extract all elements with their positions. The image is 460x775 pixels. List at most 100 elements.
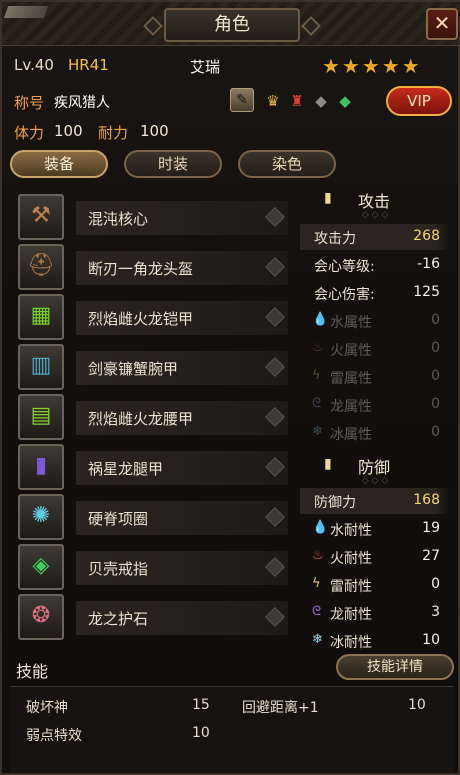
skill-name: 破坏神	[26, 700, 68, 716]
stat-water-element: 💧 水属性 0	[300, 308, 450, 334]
skills-header: 技能 技能详情	[10, 654, 454, 684]
attack-header: ▮ 攻击 ◇ ◇ ◇	[300, 184, 450, 220]
axe-icon: ⚒	[18, 194, 64, 240]
stat-value: 19	[422, 520, 440, 536]
character-name: 艾瑞	[190, 58, 221, 76]
corner-ornament	[3, 6, 49, 18]
slot-gem-icon	[265, 257, 285, 277]
stat-ice-element: ❄ 冰属性 0	[300, 420, 450, 446]
skills-list: 破坏神 15 回避距离+1 10 弱点特效 10	[10, 686, 454, 772]
title-bar: 角色 ✕	[2, 2, 460, 46]
skill-details-button[interactable]: 技能详情	[336, 654, 454, 680]
stat-label: 水耐性	[330, 523, 372, 539]
skill-name: 回避距离+1	[242, 700, 319, 716]
equipment-item: 祸星龙腿甲	[76, 451, 288, 485]
stat-label: 雷属性	[330, 371, 372, 387]
skill-value: 15	[192, 697, 210, 713]
equipment-item: 烈焰雌火龙铠甲	[76, 301, 288, 335]
equipment-item: 龙之护石	[76, 601, 288, 635]
leg-armor-icon: ▮	[18, 444, 64, 490]
edit-title-button[interactable]: ✎	[230, 88, 254, 112]
vip-button[interactable]: VIP	[386, 86, 452, 116]
stat-label: 冰属性	[330, 427, 372, 443]
dragon-icon: ᘓ	[312, 604, 322, 619]
ring-icon: ◈	[18, 544, 64, 590]
necklace-icon: ✺	[18, 494, 64, 540]
equipment-row-weapon[interactable]: ⚒ 混沌核心	[18, 194, 290, 240]
slot-gem-icon	[265, 457, 285, 477]
shield-icon: ▮	[324, 456, 332, 472]
stat-label: 火耐性	[330, 551, 372, 567]
slot-gem-icon	[265, 407, 285, 427]
water-icon: 💧	[312, 312, 329, 327]
defense-title: 防御	[358, 458, 391, 477]
title-value: 疾风猎人	[54, 95, 110, 111]
slot-gem-icon	[265, 307, 285, 327]
stamina-value: 100	[54, 122, 83, 140]
divider: ◇ ◇ ◇	[361, 210, 389, 220]
stat-fire-element: ♨ 火属性 0	[300, 336, 450, 362]
stat-value: 0	[431, 576, 440, 592]
stat-dragon-element: ᘓ 龙属性 0	[300, 392, 450, 418]
dragon-icon: ᘓ	[312, 396, 322, 411]
equipment-row-helmet[interactable]: ⛑ 断刃一角龙头盔	[18, 244, 290, 290]
stat-value: 0	[431, 396, 440, 412]
stat-affinity: 会心等级: -16	[300, 252, 450, 278]
waist-armor-icon: ▤	[18, 394, 64, 440]
stat-label: 龙属性	[330, 399, 372, 415]
skill-name: 弱点特效	[26, 728, 82, 744]
defense-header: ▮ 防御 ◇ ◇ ◇	[300, 450, 450, 486]
ice-icon: ❄	[312, 424, 323, 439]
stat-value: 0	[431, 340, 440, 356]
equipment-row-waist[interactable]: ▤ 烈焰雌火龙腰甲	[18, 394, 290, 440]
divider: ◇ ◇ ◇	[361, 476, 389, 486]
equipment-name: 龙之护石	[88, 610, 149, 628]
thunder-icon: ϟ	[312, 576, 321, 591]
slot-gem-icon	[265, 557, 285, 577]
stat-value: 3	[431, 604, 440, 620]
equipment-name: 贝壳戒指	[88, 560, 149, 578]
diamond-badge-icon[interactable]: ◆	[310, 90, 332, 112]
equipment-row-legs[interactable]: ▮ 祸星龙腿甲	[18, 444, 290, 490]
stat-label: 雷耐性	[330, 579, 372, 595]
tab-costume[interactable]: 时装	[124, 150, 222, 178]
equipment-item: 混沌核心	[76, 201, 288, 235]
equipment-row-arms[interactable]: ▥ 剑豪镰蟹腕甲	[18, 344, 290, 390]
stat-thunder-resist: ϟ 雷耐性 0	[300, 572, 450, 598]
stat-value: 27	[422, 548, 440, 564]
equipment-item: 烈焰雌火龙腰甲	[76, 401, 288, 435]
scroll-icon: ▮	[324, 190, 332, 206]
stat-value: -16	[417, 256, 440, 272]
equipment-row-ring[interactable]: ◈ 贝壳戒指	[18, 544, 290, 590]
rainbow-gem-icon[interactable]: ◆	[334, 90, 356, 112]
stat-value: 168	[413, 492, 440, 508]
equipment-name: 烈焰雌火龙铠甲	[88, 310, 194, 328]
stat-fire-resist: ♨ 火耐性 27	[300, 544, 450, 570]
tab-equipment[interactable]: 装备	[10, 150, 108, 178]
stamina-row: 体力 100 耐力 100	[14, 122, 454, 144]
fire-icon: ♨	[312, 548, 324, 563]
equipment-row-necklace[interactable]: ✺ 硬脊项圈	[18, 494, 290, 540]
stat-label: 攻击力	[314, 231, 356, 247]
stat-value: 10	[422, 632, 440, 648]
endurance-value: 100	[140, 122, 169, 140]
rank-emblem-icon[interactable]: ♛	[262, 90, 284, 112]
slot-gem-icon	[265, 607, 285, 627]
skill-value: 10	[192, 725, 210, 741]
equipment-name: 烈焰雌火龙腰甲	[88, 410, 194, 428]
equipment-row-talisman[interactable]: ❂ 龙之护石	[18, 594, 290, 640]
guild-badge-icon[interactable]: ♜	[286, 90, 308, 112]
close-button[interactable]: ✕	[426, 8, 458, 40]
stat-ice-resist: ❄ 冰耐性 10	[300, 628, 450, 654]
tab-dye[interactable]: 染色	[238, 150, 336, 178]
stat-label: 会心等级:	[314, 259, 375, 275]
close-icon: ✕	[433, 11, 451, 35]
character-summary: Lv.40 HR41 艾瑞 ★★★★★	[14, 54, 454, 78]
slot-gem-icon	[265, 507, 285, 527]
title-label: 称号	[14, 94, 45, 112]
equipment-row-chest[interactable]: ▦ 烈焰雌火龙铠甲	[18, 294, 290, 340]
stats-panel: ▮ 攻击 ◇ ◇ ◇ 攻击力 268 会心等级: -16 会心伤害: 125 💧…	[300, 182, 450, 652]
equipment-item: 剑豪镰蟹腕甲	[76, 351, 288, 385]
stat-thunder-element: ϟ 雷属性 0	[300, 364, 450, 390]
stat-value: 268	[413, 228, 440, 244]
